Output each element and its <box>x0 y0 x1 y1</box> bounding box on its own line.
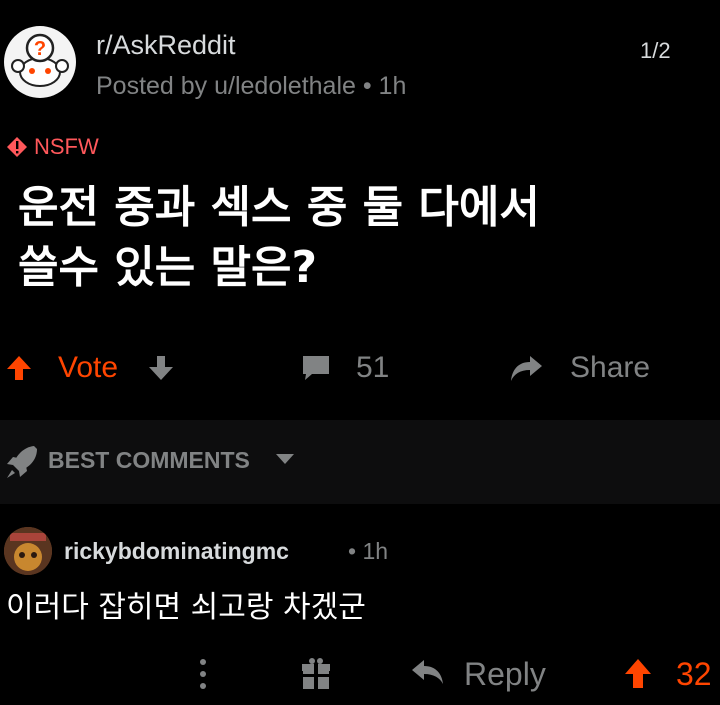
share-arrow-icon <box>511 356 542 381</box>
nsfw-warning-icon <box>7 137 27 157</box>
svg-text:?: ? <box>34 38 46 60</box>
subreddit-name[interactable]: r/AskReddit <box>96 30 236 61</box>
more-options-icon[interactable] <box>196 654 210 699</box>
sort-label[interactable]: BEST COMMENTS <box>48 447 250 474</box>
comment-time: • 1h <box>348 538 389 564</box>
upvote-arrow-icon <box>7 356 31 380</box>
chevron-down-icon[interactable] <box>274 451 296 472</box>
post-title-line-1: 운전 중과 섹스 중 둘 다에서 <box>18 182 540 233</box>
downvote-button[interactable] <box>146 340 176 396</box>
page-indicator: 1/2 <box>640 38 671 63</box>
comment-count[interactable]: 51 <box>356 340 389 396</box>
comments-button[interactable] <box>300 340 332 396</box>
share-label[interactable]: Share <box>570 340 650 396</box>
user-avatar-image <box>4 527 52 575</box>
nsfw-label: NSFW <box>34 134 99 159</box>
post-meta[interactable]: Posted by u/ledolethale • 1h <box>96 72 406 101</box>
comment-upvote-button[interactable] <box>622 656 654 697</box>
upvote-arrow-icon <box>625 659 651 688</box>
comment-score: 32 <box>676 656 712 692</box>
downvote-arrow-icon <box>149 356 173 380</box>
nsfw-tag: NSFW <box>6 134 99 160</box>
post-title-line-2: 쓸수 있는 말은? <box>18 242 318 293</box>
reply-arrow-icon[interactable] <box>410 656 446 693</box>
post-title[interactable]: 운전 중과 섹스 중 둘 다에서 쓸수 있는 말은? <box>18 178 718 298</box>
subreddit-avatar[interactable]: ? <box>4 26 76 98</box>
comment-username[interactable]: rickybdominatingmc <box>64 538 289 565</box>
reply-button[interactable]: Reply <box>464 656 546 693</box>
rocket-icon <box>4 443 40 486</box>
askreddit-snoo-icon: ? <box>6 28 74 96</box>
share-button[interactable] <box>508 340 544 396</box>
comment-bubble-icon <box>303 356 329 380</box>
comment-body: 이러다 잡히면 쇠고랑 차겠군 <box>6 590 366 625</box>
commenter-avatar[interactable] <box>4 527 52 575</box>
vote-label: Vote <box>58 351 119 384</box>
upvote-button[interactable] <box>4 340 34 396</box>
award-gift-icon[interactable] <box>300 656 332 697</box>
post-action-bar: Vote 51 Share <box>0 340 720 396</box>
